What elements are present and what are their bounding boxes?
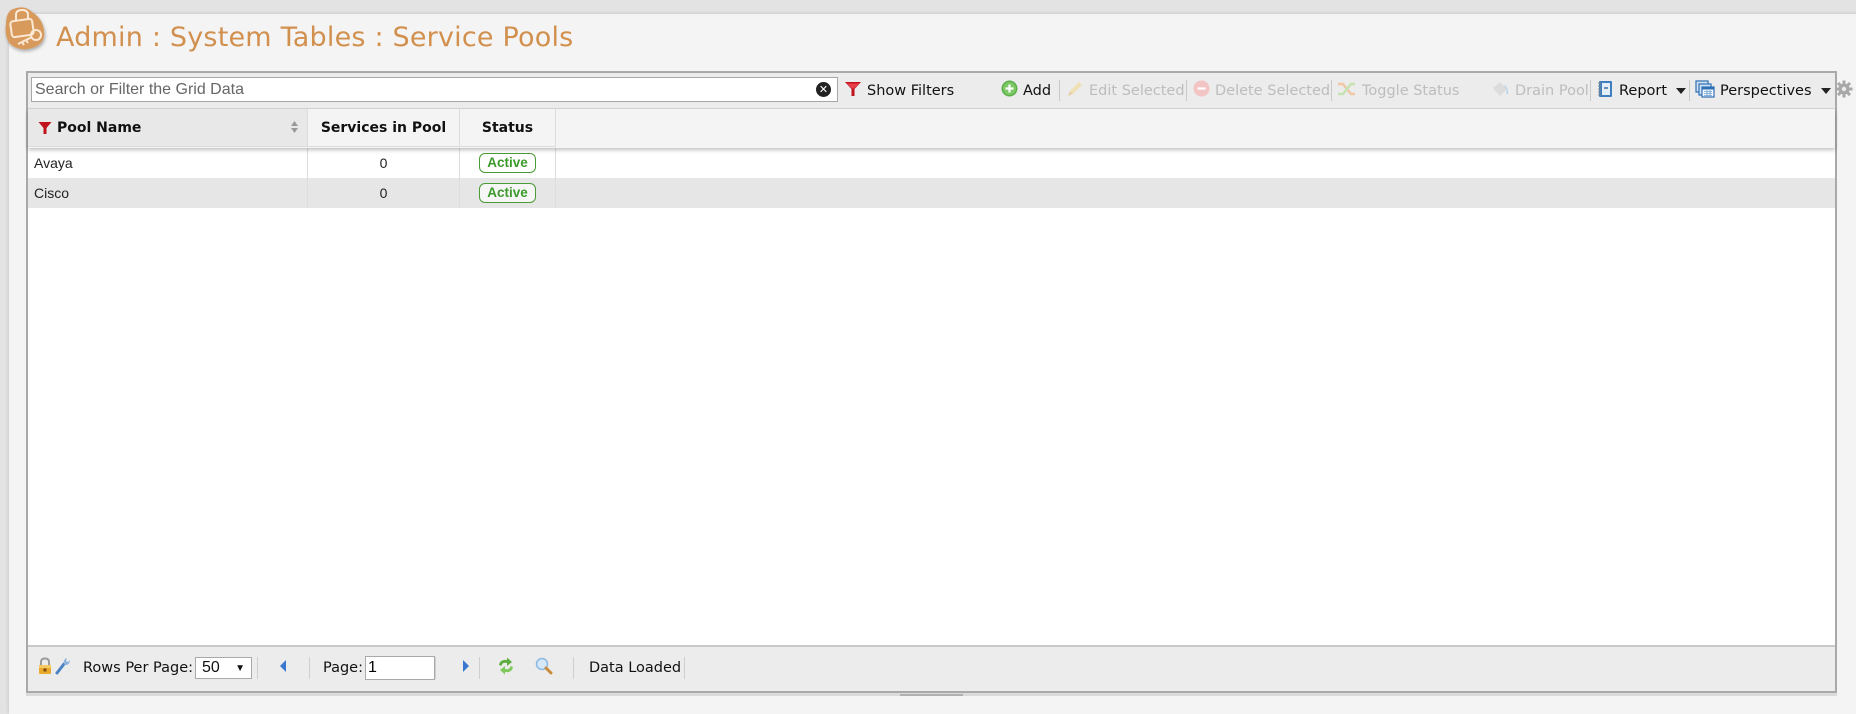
funnel-icon[interactable] xyxy=(38,121,52,135)
column-header-services-in-pool[interactable]: Services in Pool xyxy=(308,109,460,147)
grid-toolbar: ✕ Show Filters Add Edit Selected xyxy=(28,73,1853,109)
edit-selected-button[interactable]: Edit Selected xyxy=(1066,73,1185,108)
funnel-icon xyxy=(844,80,862,102)
shuffle-icon xyxy=(1337,81,1357,101)
footer-divider xyxy=(479,657,480,679)
grid-status-text: Data Loaded xyxy=(589,660,682,676)
show-filters-button[interactable]: Show Filters xyxy=(844,73,954,108)
cell-status: Active xyxy=(460,148,556,178)
footer-divider xyxy=(309,657,310,679)
lock-button[interactable] xyxy=(37,647,53,689)
toolbar-divider xyxy=(1689,80,1690,101)
rows-per-page-value: 50 xyxy=(202,659,220,676)
status-badge: Active xyxy=(479,153,536,173)
windows-stack-icon xyxy=(1695,79,1715,102)
show-filters-label: Show Filters xyxy=(867,82,955,99)
next-page-button[interactable] xyxy=(462,647,470,689)
paint-bucket-icon xyxy=(1490,80,1510,102)
column-header-status[interactable]: Status xyxy=(460,109,556,147)
edit-selected-label: Edit Selected xyxy=(1089,82,1185,99)
toolbar-divider xyxy=(1059,80,1060,101)
report-label: Report xyxy=(1619,82,1668,99)
rows-per-page-select[interactable]: 50 ▼ xyxy=(195,657,253,679)
prev-page-icon xyxy=(279,659,287,677)
plus-circle-icon xyxy=(1001,80,1018,101)
refresh-icon xyxy=(496,657,516,679)
cell-services-in-pool: 0 xyxy=(308,178,460,208)
cell-status: Active xyxy=(460,178,556,208)
status-badge: Active xyxy=(479,183,536,203)
rows-per-page-label: Rows Per Page: xyxy=(83,660,194,676)
table-row[interactable]: Cisco 0 Active xyxy=(28,178,1835,208)
grid-panel: ✕ Show Filters Add Edit Selected xyxy=(26,71,1853,693)
chevron-down-icon xyxy=(1676,87,1687,94)
search-input[interactable] xyxy=(32,78,808,101)
page-title: Admin : System Tables : Service Pools xyxy=(56,22,574,53)
cell-services-in-pool: 0 xyxy=(308,148,460,178)
footer-divider xyxy=(684,657,685,679)
delete-selected-button[interactable]: Delete Selected xyxy=(1193,73,1330,108)
report-button[interactable]: Report xyxy=(1596,73,1687,108)
drain-pool-button[interactable]: Drain Pool xyxy=(1490,73,1589,108)
chevron-down-icon xyxy=(1820,87,1831,94)
toolbar-divider xyxy=(1331,80,1332,101)
footer-divider xyxy=(435,657,436,679)
grid-footer: Rows Per Page: 50 ▼ Page: 1 Data Loaded xyxy=(28,645,1835,691)
column-label: Services in Pool xyxy=(320,119,447,136)
gear-icon xyxy=(1835,80,1853,102)
wrench-icon xyxy=(55,657,71,679)
cell-pool-name: Cisco xyxy=(28,178,308,208)
grid-body: Avaya 0 Active Cisco 0 Active xyxy=(28,148,1835,208)
footer-divider xyxy=(257,657,258,679)
page-number-input[interactable] xyxy=(365,656,435,680)
pencil-icon xyxy=(1066,80,1084,102)
search-box: ✕ xyxy=(31,77,838,102)
add-label: Add xyxy=(1023,82,1052,99)
prev-page-button[interactable] xyxy=(279,647,287,689)
refresh-button[interactable] xyxy=(496,647,516,689)
perspectives-label: Perspectives xyxy=(1720,82,1812,99)
column-label: Status xyxy=(481,119,534,136)
toggle-status-label: Toggle Status xyxy=(1362,82,1460,99)
page-label: Page: xyxy=(323,660,363,676)
search-button[interactable] xyxy=(535,647,553,689)
table-row[interactable]: Avaya 0 Active xyxy=(28,148,1835,178)
page-number: Page: xyxy=(323,647,435,689)
delete-selected-label: Delete Selected xyxy=(1215,82,1331,99)
perspectives-button[interactable]: Perspectives xyxy=(1695,73,1831,108)
column-header-pool-name[interactable]: Pool Name xyxy=(28,109,308,147)
column-label: Pool Name xyxy=(57,119,142,136)
rows-per-page: Rows Per Page: 50 ▼ xyxy=(83,647,253,689)
notebook-icon xyxy=(1596,80,1614,102)
chevron-down-icon: ▼ xyxy=(235,662,246,674)
admin-lock-key-icon xyxy=(2,4,52,54)
add-button[interactable]: Add xyxy=(1001,73,1051,108)
wrench-button[interactable] xyxy=(55,647,71,689)
magnifier-icon xyxy=(535,657,553,679)
toolbar-divider xyxy=(1590,80,1591,101)
lock-icon xyxy=(37,657,53,679)
clear-circle-x-icon[interactable]: ✕ xyxy=(816,82,831,97)
cell-pool-name: Avaya xyxy=(28,148,308,178)
footer-divider xyxy=(573,657,574,679)
grid-header: Pool Name Services in Pool Status xyxy=(28,109,1835,148)
drain-pool-label: Drain Pool xyxy=(1515,82,1589,99)
toggle-status-button[interactable]: Toggle Status xyxy=(1337,73,1459,108)
next-page-icon xyxy=(462,659,470,677)
minus-circle-icon xyxy=(1193,80,1210,101)
sort-icon[interactable] xyxy=(290,119,299,135)
settings-button[interactable] xyxy=(1835,73,1853,108)
toolbar-divider xyxy=(1186,80,1187,101)
